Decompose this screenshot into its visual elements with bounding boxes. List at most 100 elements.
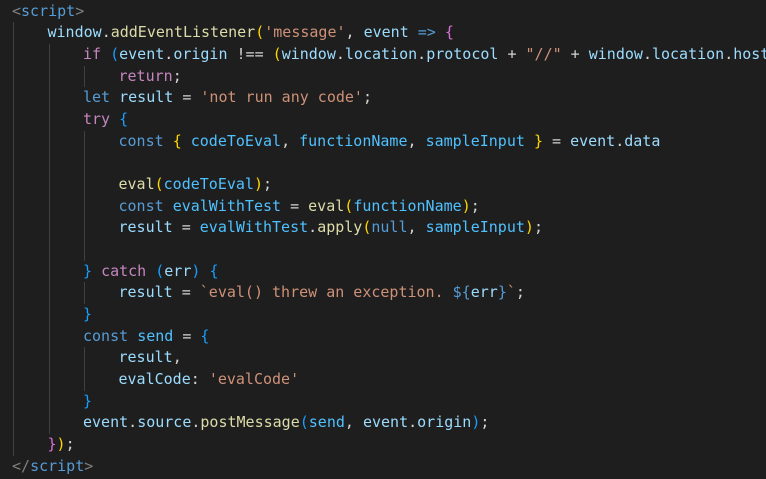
code-line: } catch (err) { (83, 261, 218, 283)
code-token: ( (299, 413, 309, 432)
code-token: > (84, 456, 94, 475)
code-token: evalWithTest (199, 218, 309, 237)
code-token: } (533, 131, 543, 150)
code-token: try (83, 109, 111, 128)
code-token: , (345, 23, 364, 42)
code-token: , (172, 348, 182, 367)
code-token: } (83, 304, 93, 323)
code-token: ; (470, 196, 480, 215)
code-token: "//" (525, 44, 562, 63)
code-line: result, (119, 347, 182, 369)
code-token: eval (118, 174, 155, 193)
code-token: } (47, 434, 57, 453)
code-token: . (417, 44, 427, 63)
code-token: catch (101, 261, 147, 280)
code-token: evalWithTest (172, 196, 282, 215)
code-token: window (47, 23, 102, 42)
code-token: ( (155, 261, 165, 280)
code-token: 'message' (264, 23, 346, 42)
code-token: . (128, 413, 138, 432)
code-token: postMessage (200, 413, 300, 432)
code-line: } (83, 304, 92, 326)
code-token: 'not run any code' (200, 88, 363, 107)
code-token: addEventListener (110, 23, 256, 42)
code-token: . (308, 218, 318, 237)
code-token: host (733, 44, 766, 63)
code-line: eval(codeToEval); (119, 174, 273, 196)
code-line: let result = 'not run any code'; (83, 87, 372, 109)
code-token: { (444, 23, 454, 42)
code-token: ) (56, 434, 66, 453)
code-token: ${ (452, 283, 471, 302)
code-token: ; (65, 434, 75, 453)
code-line: </script> (12, 456, 93, 478)
code-token: apply (317, 218, 363, 237)
code-token: ) (524, 218, 534, 237)
code-token: err (164, 261, 192, 280)
code-token: eval (308, 196, 345, 215)
code-token: } (497, 283, 507, 302)
indent-guide (84, 347, 85, 391)
code-token: protocol (426, 44, 499, 63)
code-line: result = `eval() threw an exception. ${e… (119, 282, 525, 304)
code-token: , (281, 131, 300, 150)
code-token: window (588, 44, 643, 63)
code-token: sampleInput (425, 218, 525, 237)
code-token: < (12, 1, 22, 20)
code-token: send (308, 413, 345, 432)
code-token: = (173, 88, 201, 107)
code-token: ) (253, 174, 263, 193)
code-token: sampleInput (425, 131, 525, 150)
code-line: return; (119, 66, 182, 88)
code-token: if (83, 44, 102, 63)
code-token: null (371, 218, 408, 237)
code-token: . (615, 131, 625, 150)
code-token: . (335, 44, 345, 63)
code-token: data (624, 131, 661, 150)
code-token: => (417, 23, 436, 42)
code-token: . (164, 44, 174, 63)
code-editor[interactable]: <script> window.addEventListener('message… (0, 0, 766, 479)
code-token: result (118, 283, 173, 302)
code-token: ` (506, 283, 516, 302)
indent-guide (48, 43, 50, 434)
code-token: let (83, 88, 111, 107)
code-token: return (118, 66, 173, 85)
code-line: const evalWithTest = eval(functionName); (119, 196, 480, 218)
code-token: ; (480, 413, 490, 432)
code-token: const (118, 196, 164, 215)
code-token: send (137, 326, 174, 345)
code-token: `eval() threw an exception. (199, 283, 453, 302)
code-token: , (407, 131, 426, 150)
code-line: try { (83, 109, 128, 131)
code-token: location (651, 44, 725, 63)
code-token: { (209, 261, 219, 280)
code-token: ; (515, 283, 525, 302)
code-token: err (470, 283, 498, 302)
code-token: = (172, 283, 200, 302)
code-line: event.source.postMessage(send, event.ori… (83, 412, 489, 434)
code-token: event (363, 23, 409, 42)
code-token: = (173, 326, 201, 345)
code-token: ; (172, 66, 182, 85)
code-token: ( (110, 44, 120, 63)
code-token: !== (227, 44, 273, 63)
code-token: script (21, 1, 76, 20)
code-token: origin (173, 44, 228, 63)
code-token: location (344, 44, 418, 63)
code-token: . (724, 44, 734, 63)
code-token: , (344, 413, 363, 432)
code-token: </ (12, 456, 31, 475)
code-token: ; (533, 218, 543, 237)
code-token: . (642, 44, 652, 63)
code-token: } (83, 391, 93, 410)
code-token: ( (255, 23, 265, 42)
code-token: functionName (353, 196, 462, 215)
